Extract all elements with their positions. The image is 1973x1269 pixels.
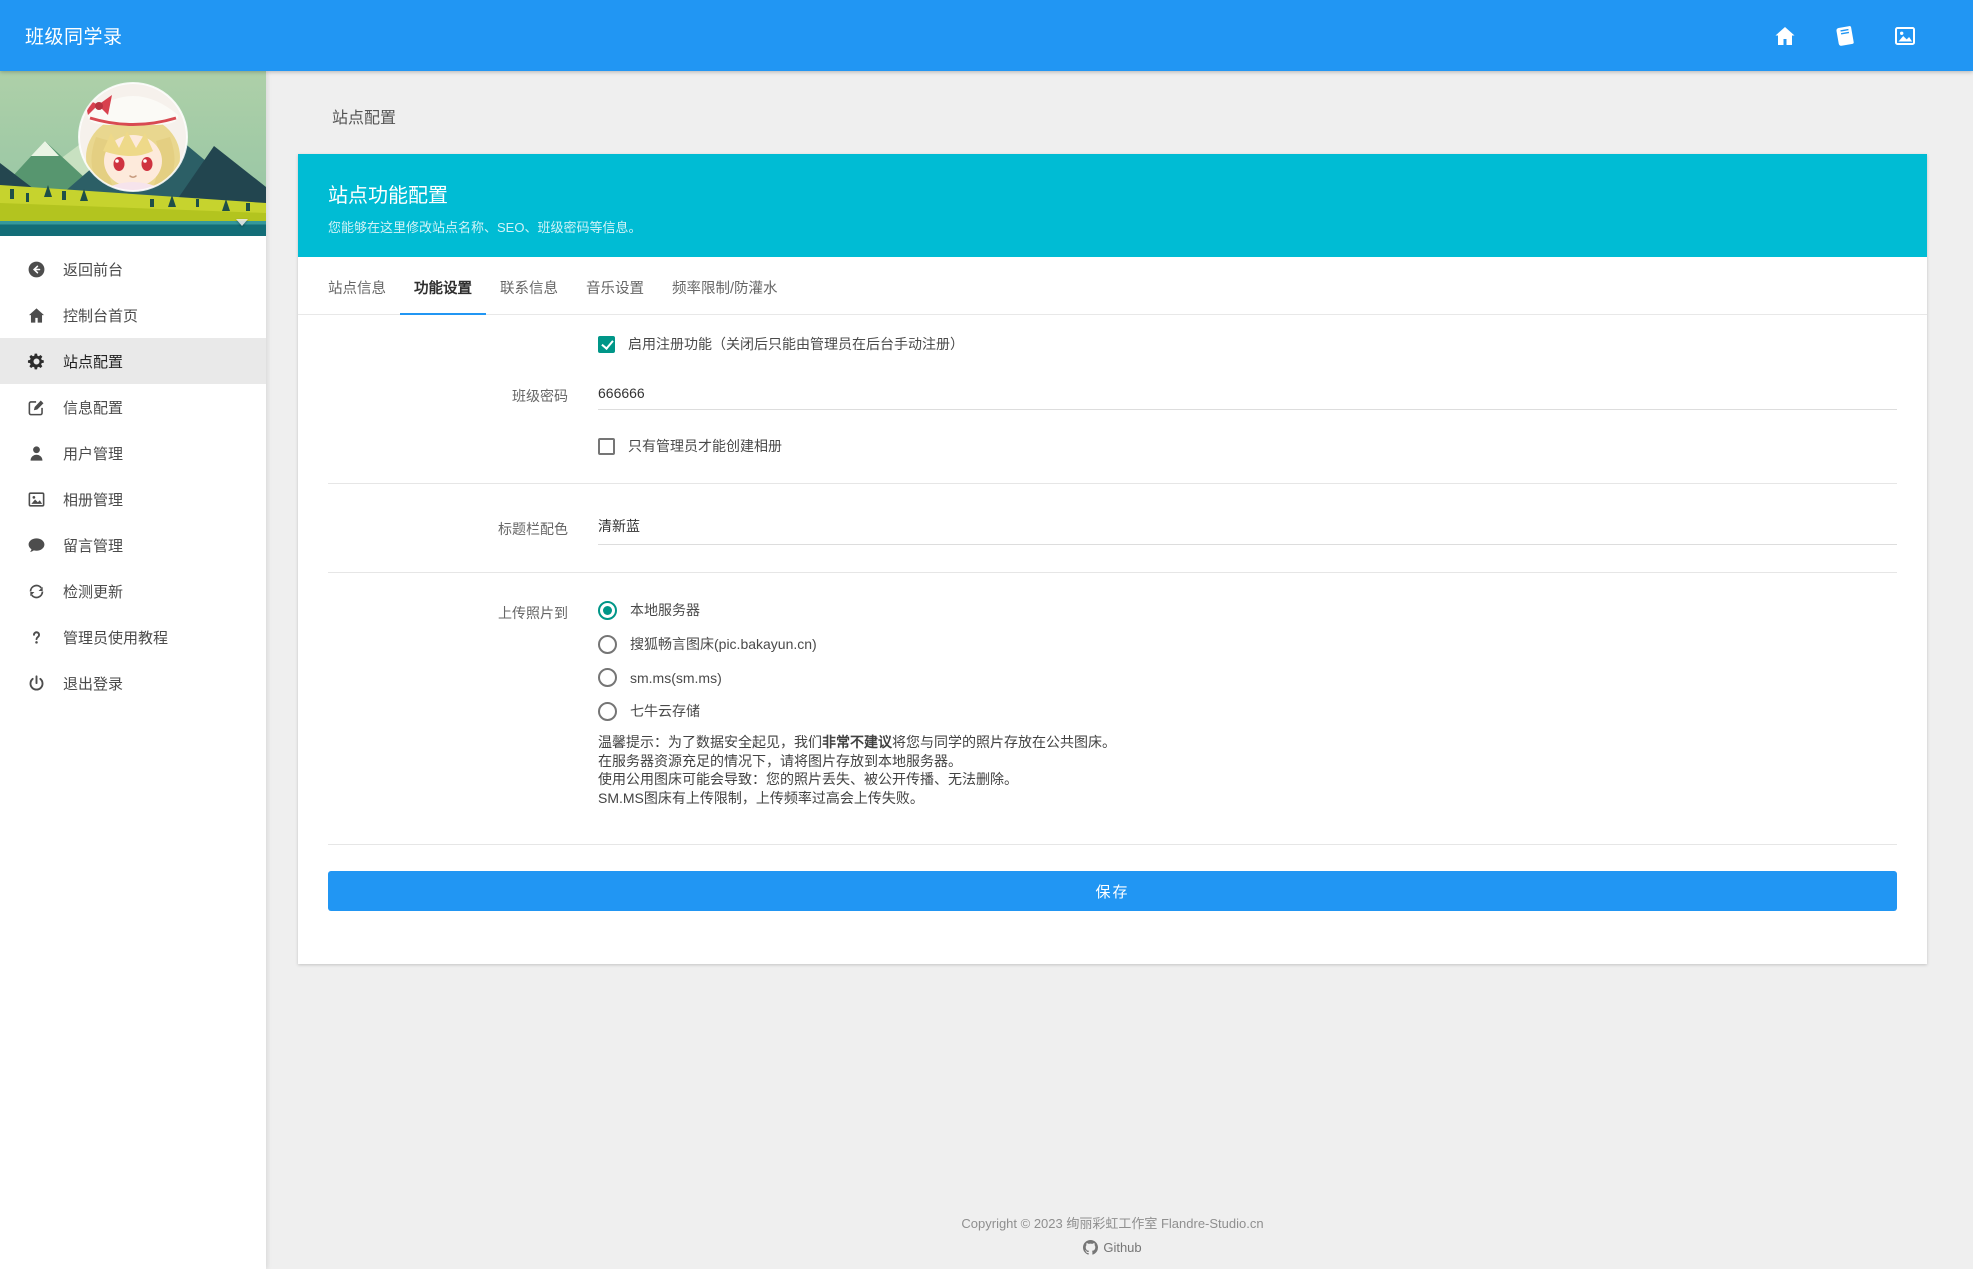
hint-line-2: 在服务器资源充足的情况下，请将图片存放到本地服务器。 xyxy=(598,752,1897,771)
album-admin-only-row: 只有管理员才能创建相册 xyxy=(328,423,1897,469)
album-admin-only-option: 只有管理员才能创建相册 xyxy=(598,436,1897,456)
function-settings-form: 启用注册功能（关闭后只能由管理员在后台手动注册） 班级密码 xyxy=(298,315,1927,964)
github-icon xyxy=(1083,1240,1098,1255)
tab-site-info[interactable]: 站点信息 xyxy=(314,257,400,315)
upload-target-label: 上传照片到 xyxy=(328,600,568,623)
hint-line-1: 温馨提示：为了数据安全起见，我们非常不建议将您与同学的照片存放在公共图床。 xyxy=(598,733,1897,752)
image-icon xyxy=(27,490,46,509)
upload-option-label[interactable]: sm.ms(sm.ms) xyxy=(630,670,722,686)
upload-option-qiniu: 七牛云存储 xyxy=(598,701,1897,721)
upload-option-label[interactable]: 七牛云存储 xyxy=(630,701,700,721)
sidebar-item-label: 用户管理 xyxy=(63,443,123,464)
class-password-row: 班级密码 xyxy=(328,367,1897,423)
sidebar-item-label: 检测更新 xyxy=(63,581,123,602)
sidebar-item-site-config[interactable]: 站点配置 xyxy=(0,338,266,384)
topbar: 班级同学录 xyxy=(0,0,1973,71)
titlebar-color-row: 标题栏配色 清新蓝 xyxy=(328,498,1897,558)
register-checkbox-label[interactable]: 启用注册功能（关闭后只能由管理员在后台手动注册） xyxy=(628,334,964,354)
site-config-panel: 站点功能配置 您能够在这里修改站点名称、SEO、班级密码等信息。 站点信息 功能… xyxy=(298,154,1927,964)
register-checkbox-row: 启用注册功能（关闭后只能由管理员在后台手动注册） xyxy=(328,321,1897,367)
home-icon xyxy=(27,306,46,325)
upload-radio-qiniu[interactable] xyxy=(598,702,617,721)
album-admin-only-label[interactable]: 只有管理员才能创建相册 xyxy=(628,436,782,456)
panel-subtitle: 您能够在这里修改站点名称、SEO、班级密码等信息。 xyxy=(328,217,1897,236)
divider xyxy=(328,844,1897,845)
upload-target-row: 上传照片到 本地服务器 搜狐畅言图床(pic.bakayun.cn) sm xyxy=(328,587,1897,820)
sidebar-item-label: 退出登录 xyxy=(63,673,123,694)
home-icon[interactable] xyxy=(1772,23,1798,49)
sidebar-item-label: 相册管理 xyxy=(63,489,123,510)
copyright-text: Copyright © 2023 绚丽彩虹工作室 Flandre-Studio.… xyxy=(298,1213,1927,1232)
register-checkbox[interactable] xyxy=(598,336,615,353)
sidebar-banner xyxy=(0,71,266,236)
question-icon xyxy=(27,628,46,647)
sidebar-item-info-config[interactable]: 信息配置 xyxy=(0,384,266,430)
upload-radio-local[interactable] xyxy=(598,601,617,620)
divider xyxy=(328,483,1897,484)
sidebar-item-label: 留言管理 xyxy=(63,535,123,556)
comment-icon xyxy=(27,536,46,555)
sidebar-item-user-management[interactable]: 用户管理 xyxy=(0,430,266,476)
sidebar-item-message-management[interactable]: 留言管理 xyxy=(0,522,266,568)
hint-line-3: 使用公用图床可能会导致：您的照片丢失、被公开传播、无法删除。 xyxy=(598,770,1897,789)
gear-icon xyxy=(27,352,46,371)
sidebar-item-album-management[interactable]: 相册管理 xyxy=(0,476,266,522)
class-password-label: 班级密码 xyxy=(328,384,568,406)
landscape-illustration xyxy=(0,71,266,236)
upload-option-label[interactable]: 搜狐畅言图床(pic.bakayun.cn) xyxy=(630,634,817,654)
upload-radio-sohu[interactable] xyxy=(598,635,617,654)
panel-header: 站点功能配置 您能够在这里修改站点名称、SEO、班级密码等信息。 xyxy=(298,154,1927,257)
book-icon[interactable] xyxy=(1832,23,1858,49)
sidebar-item-label: 信息配置 xyxy=(63,397,123,418)
sidebar-item-dashboard[interactable]: 控制台首页 xyxy=(0,292,266,338)
power-icon xyxy=(27,674,46,693)
main-content: 站点配置 站点功能配置 您能够在这里修改站点名称、SEO、班级密码等信息。 站点… xyxy=(266,71,1973,1269)
tab-rate-limit[interactable]: 频率限制/防灌水 xyxy=(658,257,792,315)
sidebar-menu: 返回前台 控制台首页 站点配置 信息配置 xyxy=(0,236,266,706)
footer: Copyright © 2023 绚丽彩虹工作室 Flandre-Studio.… xyxy=(298,1213,1927,1269)
upload-radio-smms[interactable] xyxy=(598,668,617,687)
upload-option-sohu: 搜狐畅言图床(pic.bakayun.cn) xyxy=(598,634,1897,654)
layout: 返回前台 控制台首页 站点配置 信息配置 xyxy=(0,71,1973,1269)
sidebar-item-label: 管理员使用教程 xyxy=(63,627,168,648)
sidebar-item-label: 返回前台 xyxy=(63,259,123,280)
upload-option-smms: sm.ms(sm.ms) xyxy=(598,668,1897,687)
sidebar-item-label: 控制台首页 xyxy=(63,305,138,326)
tab-contact-info[interactable]: 联系信息 xyxy=(486,257,572,315)
user-icon xyxy=(27,444,46,463)
save-button[interactable]: 保存 xyxy=(328,871,1897,911)
edit-icon xyxy=(27,398,46,417)
titlebar-color-select[interactable]: 清新蓝 xyxy=(598,511,1897,545)
github-label: Github xyxy=(1103,1240,1141,1255)
hint-line-4: SM.MS图床有上传限制，上传频率过高会上传失败。 xyxy=(598,789,1897,808)
sidebar-item-check-update[interactable]: 检测更新 xyxy=(0,568,266,614)
tab-music-settings[interactable]: 音乐设置 xyxy=(572,257,658,315)
divider xyxy=(328,572,1897,573)
sidebar-item-back-to-front[interactable]: 返回前台 xyxy=(0,246,266,292)
sidebar-item-label: 站点配置 xyxy=(63,351,123,372)
tab-bar: 站点信息 功能设置 联系信息 音乐设置 频率限制/防灌水 xyxy=(298,257,1927,315)
banner-caret-icon xyxy=(236,219,248,226)
gallery-icon[interactable] xyxy=(1892,23,1918,49)
refresh-icon xyxy=(27,582,46,601)
back-circle-icon xyxy=(27,260,46,279)
sidebar-item-logout[interactable]: 退出登录 xyxy=(0,660,266,706)
upload-option-label[interactable]: 本地服务器 xyxy=(630,600,700,620)
album-admin-only-checkbox[interactable] xyxy=(598,438,615,455)
panel-title: 站点功能配置 xyxy=(328,179,1897,208)
class-password-input[interactable] xyxy=(598,380,1897,410)
titlebar-color-label: 标题栏配色 xyxy=(328,517,568,539)
sidebar: 返回前台 控制台首页 站点配置 信息配置 xyxy=(0,71,266,1269)
app-title: 班级同学录 xyxy=(25,22,123,49)
upload-hints: 温馨提示：为了数据安全起见，我们非常不建议将您与同学的照片存放在公共图床。 在服… xyxy=(598,733,1897,807)
tab-function-settings[interactable]: 功能设置 xyxy=(400,257,486,315)
upload-option-local: 本地服务器 xyxy=(598,600,1897,620)
github-link[interactable]: Github xyxy=(298,1240,1927,1255)
sidebar-item-admin-tutorial[interactable]: 管理员使用教程 xyxy=(0,614,266,660)
breadcrumb: 站点配置 xyxy=(298,71,1927,154)
register-option: 启用注册功能（关闭后只能由管理员在后台手动注册） xyxy=(598,334,1897,354)
topbar-icons xyxy=(1772,23,1918,49)
